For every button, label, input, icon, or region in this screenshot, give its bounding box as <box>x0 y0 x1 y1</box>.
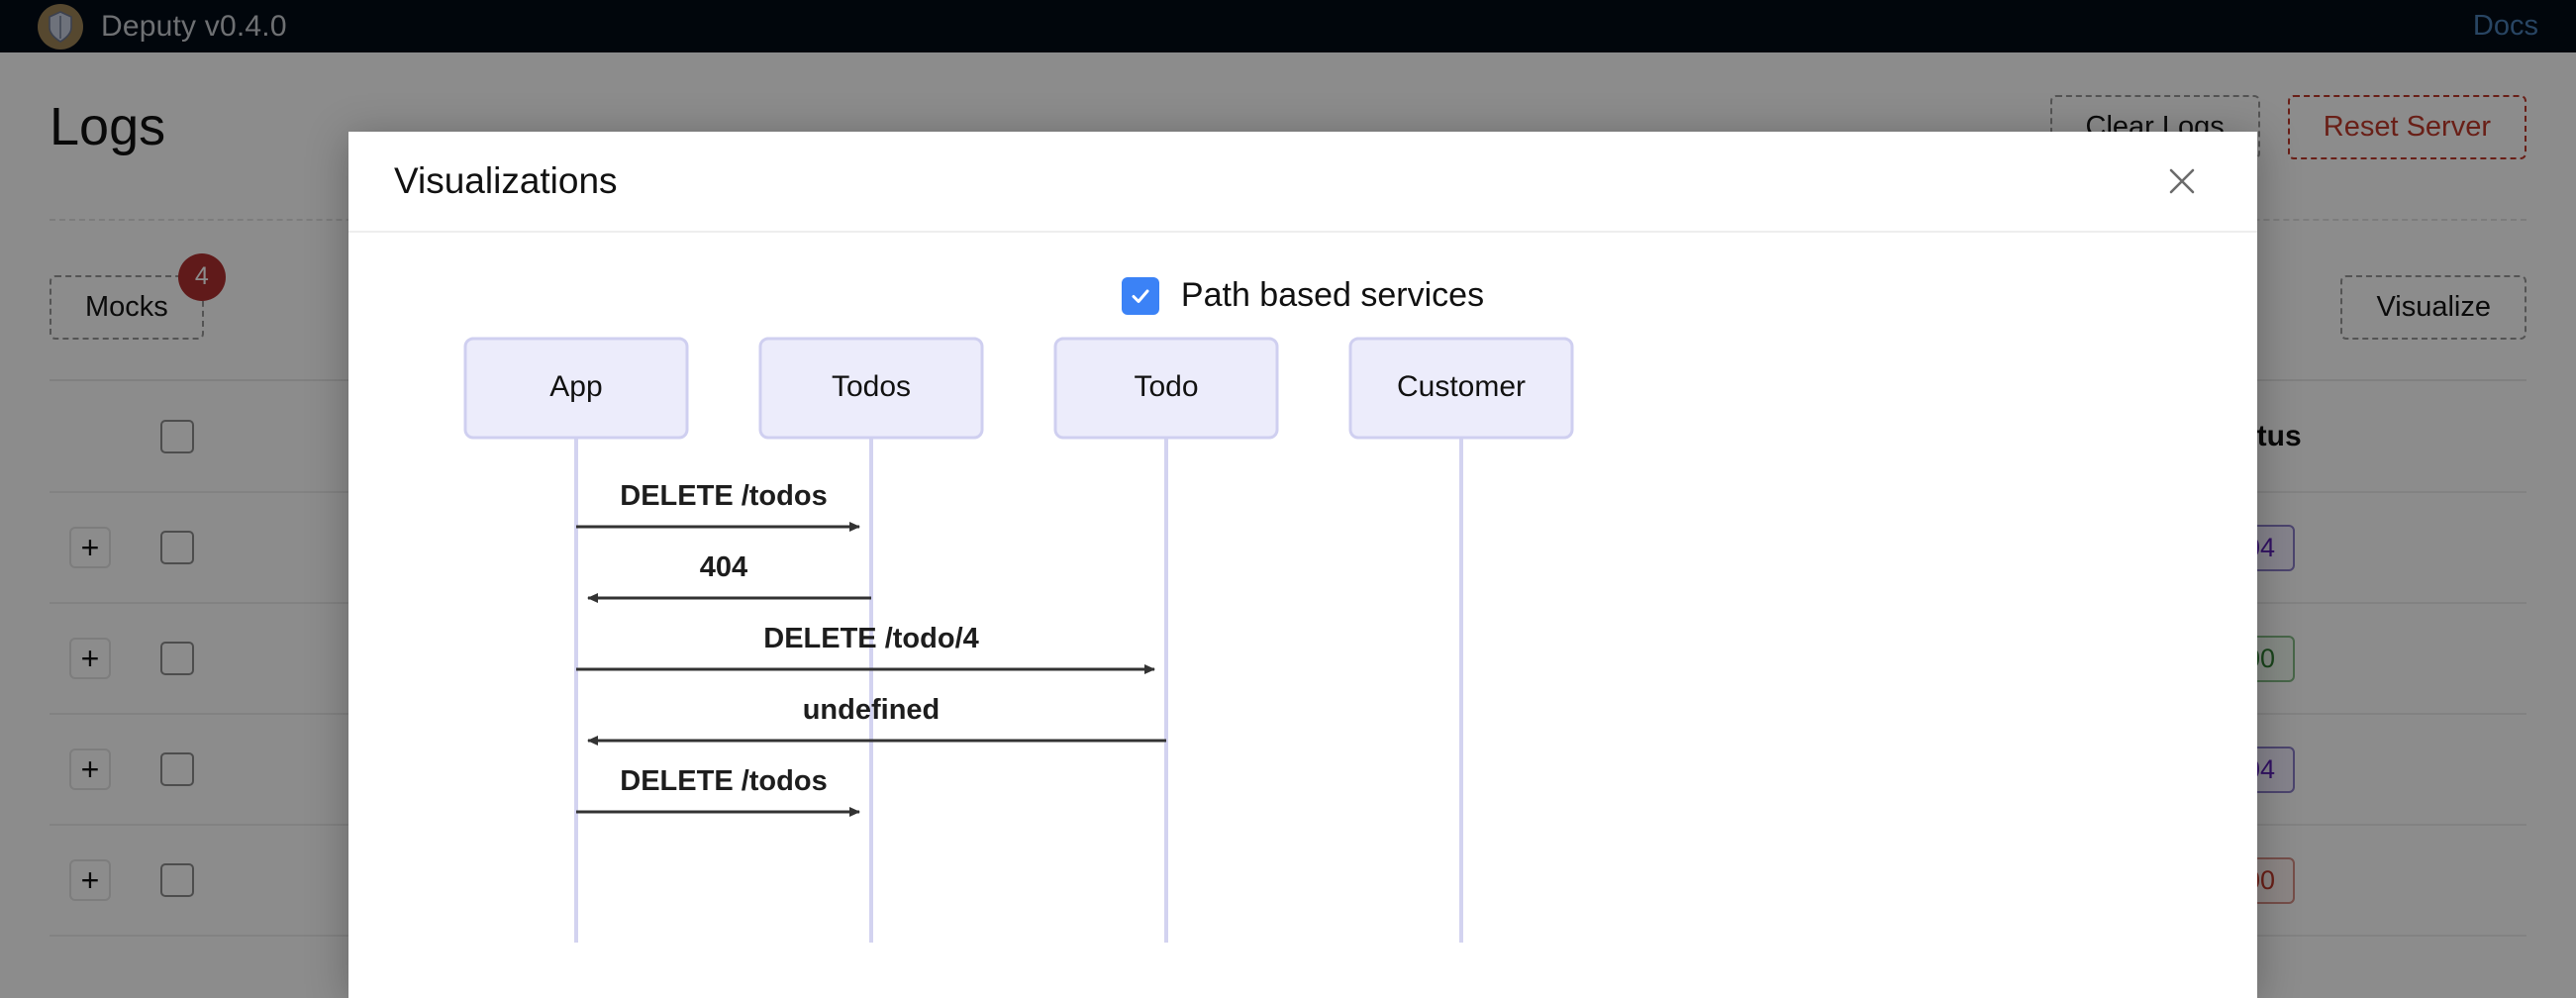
participant-label: Todos <box>832 370 911 403</box>
modal-header: Visualizations <box>348 132 2257 233</box>
participant-todos: Todos <box>760 339 982 438</box>
message-label: DELETE /todo/4 <box>763 623 979 654</box>
message-label: undefined <box>803 694 941 726</box>
message-5: DELETE /todos <box>576 765 859 812</box>
message-4: undefined <box>588 694 1166 741</box>
participant-app: App <box>465 339 687 438</box>
message-1: DELETE /todos <box>576 480 859 527</box>
participant-label: App <box>549 370 602 403</box>
participant-label: Customer <box>1397 370 1526 403</box>
message-3: DELETE /todo/4 <box>576 623 1154 669</box>
message-label: DELETE /todos <box>620 765 827 797</box>
participant-todo: Todo <box>1055 339 1277 438</box>
sequence-diagram-svg: App Todos Todo Customer <box>348 329 2257 943</box>
path-based-services-label[interactable]: Path based services <box>1181 276 1484 315</box>
sequence-diagram: App Todos Todo Customer <box>348 329 2257 943</box>
visualizations-modal: Visualizations Path based services <box>348 132 2257 998</box>
message-label: 404 <box>700 551 747 583</box>
participant-customer: Customer <box>1350 339 1572 438</box>
message-label: DELETE /todos <box>620 480 827 512</box>
screen-root: Deputy v0.4.0 Docs Logs Clear Logs Reset… <box>0 0 2576 998</box>
modal-title: Visualizations <box>394 160 618 202</box>
message-2: 404 <box>588 551 871 598</box>
path-based-services-checkbox[interactable] <box>1122 277 1159 315</box>
close-icon[interactable] <box>2154 153 2210 209</box>
participant-label: Todo <box>1134 370 1198 403</box>
modal-body: Path based services <box>348 233 2257 998</box>
lifelines <box>576 438 1461 943</box>
path-based-services-row: Path based services <box>348 233 2257 315</box>
